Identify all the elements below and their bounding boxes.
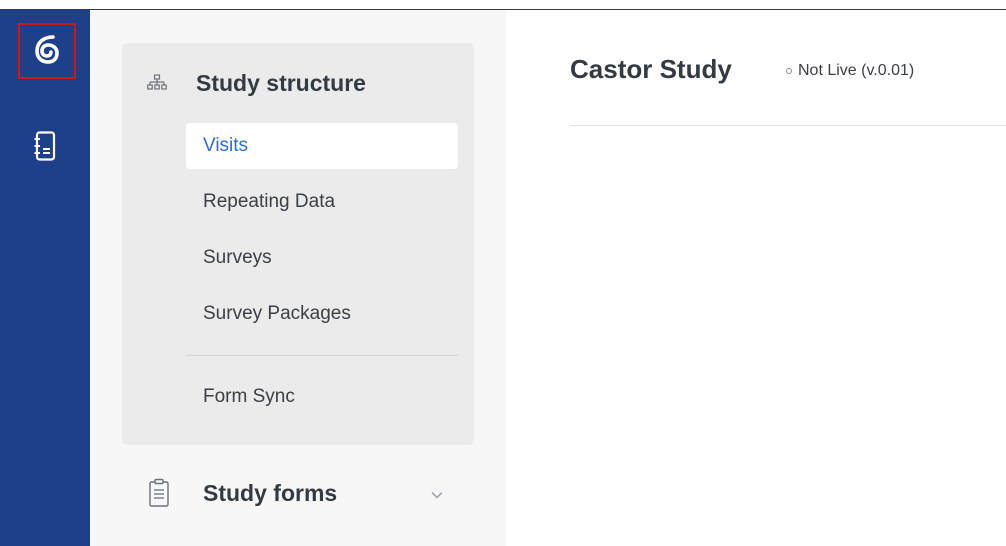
nav-item-survey-packages[interactable]: Survey Packages — [186, 291, 458, 337]
logo-button[interactable] — [18, 23, 76, 79]
notebook-icon — [34, 130, 56, 166]
nav-divider — [186, 355, 458, 356]
chevron-down-icon[interactable] — [430, 488, 444, 502]
clipboard-icon — [148, 478, 170, 508]
icon-rail — [0, 10, 90, 546]
status-text: Not Live (v.0.01) — [798, 62, 915, 79]
header-divider — [570, 125, 1006, 126]
page-title: Castor Study — [570, 54, 732, 84]
status-badge: Not Live (v.0.01) — [786, 62, 914, 80]
sitemap-icon — [146, 72, 168, 94]
nav-item-repeating-data[interactable]: Repeating Data — [186, 179, 458, 225]
nav-item-surveys[interactable]: Surveys — [186, 235, 458, 281]
window-top-border — [0, 0, 1006, 10]
study-structure-header[interactable]: Study structure — [146, 67, 366, 99]
study-forms-title: Study forms — [203, 480, 338, 506]
study-structure-panel: Study structure Visits Repeating Data Su… — [122, 43, 474, 445]
study-sidebar: Study structure Visits Repeating Data Su… — [90, 10, 506, 546]
nav-item-form-sync[interactable]: Form Sync — [186, 374, 458, 420]
status-dot-icon — [786, 68, 792, 74]
nav-item-visits[interactable]: Visits — [186, 123, 458, 169]
study-book-button[interactable] — [27, 130, 63, 166]
castor-swirl-icon — [33, 33, 61, 70]
study-structure-title: Study structure — [196, 69, 366, 96]
